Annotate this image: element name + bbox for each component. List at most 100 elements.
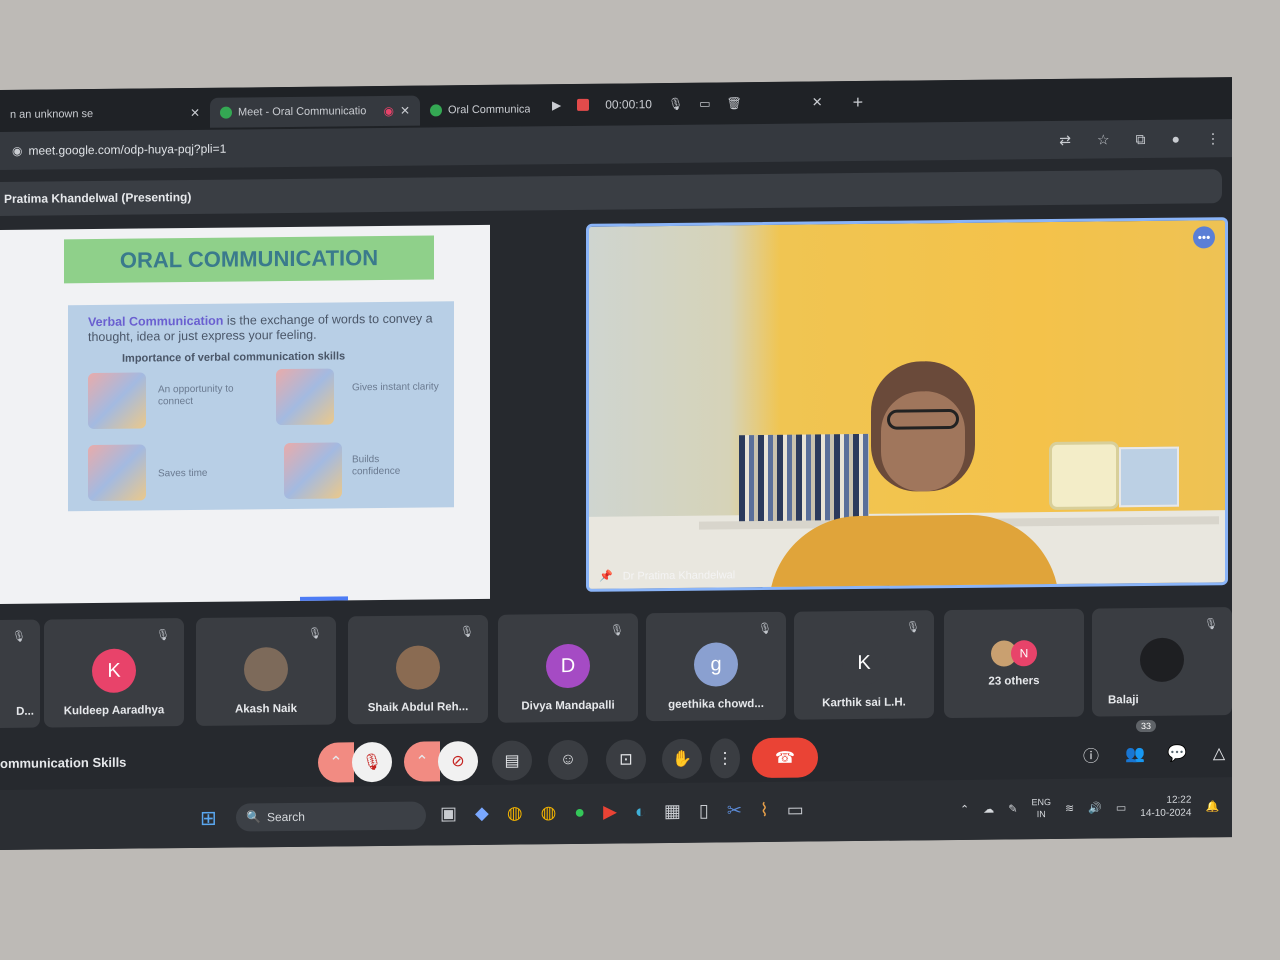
participant-tile[interactable]: 🎙 K Karthik sai L.H. (794, 610, 934, 720)
pin-icon[interactable]: 📌 (599, 570, 613, 583)
address-actions: ⇄ ☆ ⧉ ● ⋮ (1059, 130, 1220, 149)
notification-icon[interactable]: 🔔 (1205, 800, 1219, 813)
avatar: N (1011, 640, 1037, 667)
screen-icon[interactable]: ▭ (699, 97, 710, 111)
tab-title: Meet - Oral Communicatio (238, 105, 367, 119)
language-indicator[interactable]: ENG IN (1031, 796, 1051, 820)
speaker-video-tile[interactable]: ••• 📌 Dr Pratima Khandelwal (586, 217, 1228, 592)
certificate-frame (1119, 446, 1179, 508)
projected-screen: n an unknown se ✕ Meet - Oral Communicat… (0, 77, 1232, 851)
delete-icon[interactable]: 🗑 (727, 96, 742, 110)
recording-timer: 00:00:10 (605, 97, 652, 112)
avatar: K (842, 640, 886, 686)
raise-hand-button[interactable]: ✋ (662, 738, 702, 780)
mic-off-icon: 🎙 (1204, 618, 1218, 631)
tab-unknown[interactable]: n an unknown se ✕ (0, 98, 210, 130)
new-tab-icon[interactable]: + (853, 91, 864, 112)
mic-off-icon: 🎙 (758, 622, 772, 636)
calculator-icon[interactable]: ▦ (664, 801, 681, 822)
file-icon[interactable]: ▯ (699, 801, 709, 822)
mic-options-button[interactable]: ⌃ (318, 742, 354, 783)
lang-line1: ENG (1031, 796, 1051, 808)
battery-icon[interactable]: ▭ (1116, 801, 1126, 814)
meeting-info-icon[interactable]: ⓘ (1076, 734, 1106, 774)
pen-icon[interactable]: ✎ (1008, 802, 1017, 815)
participant-tile[interactable]: 🎙 D Divya Mandapalli (498, 613, 638, 723)
chrome-icon[interactable]: ◍ (507, 803, 523, 824)
camera-toggle-button[interactable]: ⊘ (438, 740, 478, 782)
site-info-icon[interactable]: ◉ (12, 144, 22, 158)
importance-heading: Importance of verbal communication skill… (122, 350, 346, 365)
speaker-face (881, 390, 965, 492)
windows-start-icon[interactable]: ⊞ (200, 806, 217, 831)
verbal-definition: Verbal Communication is the exchange of … (88, 311, 444, 345)
more-menu-icon[interactable]: ⋮ (1206, 130, 1220, 147)
others-tile[interactable]: N 23 others (944, 608, 1084, 719)
emoji-button[interactable]: ☺ (548, 739, 588, 781)
url-field[interactable]: meet.google.com/odp-huya-pqj?pli=1 (28, 142, 226, 158)
mic-off-icon[interactable]: 🎙 (668, 97, 683, 111)
chrome-icon[interactable]: ◍ (541, 802, 557, 823)
tab-title: n an unknown se (10, 108, 94, 121)
mic-off-icon: 🎙 (12, 630, 26, 643)
extensions-icon[interactable]: ⧉ (1136, 131, 1146, 148)
participant-name: geethika chowd... (668, 697, 764, 712)
edge-icon[interactable]: ◐ (635, 801, 646, 822)
time-illustration (88, 444, 146, 502)
speaker-glasses (887, 408, 959, 430)
tab-oral-communication[interactable]: Oral Communicat (420, 94, 540, 125)
whatsapp-icon[interactable]: ● (574, 802, 585, 823)
participant-tile[interactable]: 🎙 g geethika chowd... (646, 611, 786, 722)
leave-call-button[interactable]: ☎ (752, 737, 818, 779)
youtube-icon[interactable]: ▶ (603, 802, 617, 823)
benefit-text: Saves time (158, 467, 208, 480)
play-icon[interactable]: ▶ (552, 98, 561, 112)
captions-button[interactable]: ▤ (492, 740, 532, 781)
volume-icon[interactable]: 🔊 (1088, 801, 1102, 814)
award-plaque (1049, 441, 1119, 511)
connect-illustration (88, 372, 146, 430)
others-count: 23 others (988, 675, 1040, 688)
benefit-text: Builds confidence (352, 454, 401, 478)
time: 12:22 (1166, 794, 1192, 806)
speaker-name-label: 📌 Dr Pratima Khandelwal (599, 568, 736, 583)
mic-off-icon: 🎙 (460, 626, 474, 639)
chevron-up-icon[interactable]: ⌃ (960, 802, 969, 815)
copilot-icon[interactable]: ◆ (475, 803, 489, 824)
participant-tile[interactable]: 🎙 Shaik Abdul Reh... (348, 614, 488, 725)
taskbar-search[interactable]: 🔍 Search (236, 801, 426, 832)
tab-meet[interactable]: Meet - Oral Communicatio ◉ ✕ (210, 95, 420, 128)
onedrive-icon[interactable]: ☁ (983, 802, 994, 815)
camera-options-button[interactable]: ⌃ (404, 741, 440, 782)
activities-icon[interactable]: △ (1204, 733, 1232, 773)
participant-name: Balaji (1108, 694, 1139, 707)
snipping-tool-icon[interactable]: ✂ (727, 800, 742, 821)
participant-tile[interactable]: 🎙 Balaji (1092, 607, 1232, 717)
presentation-app-icon[interactable]: ▭ (787, 800, 804, 821)
close-icon[interactable]: ✕ (400, 104, 410, 118)
chat-icon[interactable]: 💬 (1162, 734, 1192, 774)
taskbar-apps: ▣ ◆ ◍ ◍ ● ▶ ◐ ▦ ▯ ✂ ⌇ ▭ (440, 800, 804, 825)
task-view-icon[interactable]: ▣ (440, 803, 457, 824)
participant-tile[interactable]: 🎙 D... (0, 619, 40, 730)
people-icon[interactable]: 👥 (1120, 734, 1150, 774)
more-options-icon[interactable]: ••• (1193, 226, 1215, 249)
people-count-badge: 33 (1136, 719, 1157, 733)
stop-record-icon[interactable] (577, 98, 590, 111)
translate-icon[interactable]: ⇄ (1059, 131, 1071, 148)
present-screen-button[interactable]: ⊡ (606, 739, 646, 780)
participant-tile[interactable]: 🎙 K Kuldeep Aaradhya (44, 618, 184, 728)
participant-tile[interactable]: 🎙 Akash Naik (196, 616, 336, 726)
app-icon[interactable]: ⌇ (760, 800, 769, 821)
speaker-name: Dr Pratima Khandelwal (622, 568, 736, 582)
close-icon[interactable]: ✕ (190, 106, 200, 120)
clarity-illustration (276, 368, 334, 426)
more-options-button[interactable]: ⋮ (710, 738, 740, 779)
mic-toggle-button[interactable]: 🎙 (352, 741, 392, 783)
wifi-icon[interactable]: ≋ (1065, 801, 1074, 814)
profile-icon[interactable]: ● (1172, 130, 1180, 147)
clock[interactable]: 12:22 14-10-2024 (1140, 794, 1191, 821)
close-icon[interactable]: ✕ (812, 94, 823, 110)
participant-name: Kuldeep Aaradhya (63, 704, 165, 718)
bookmark-star-icon[interactable]: ☆ (1097, 131, 1110, 148)
